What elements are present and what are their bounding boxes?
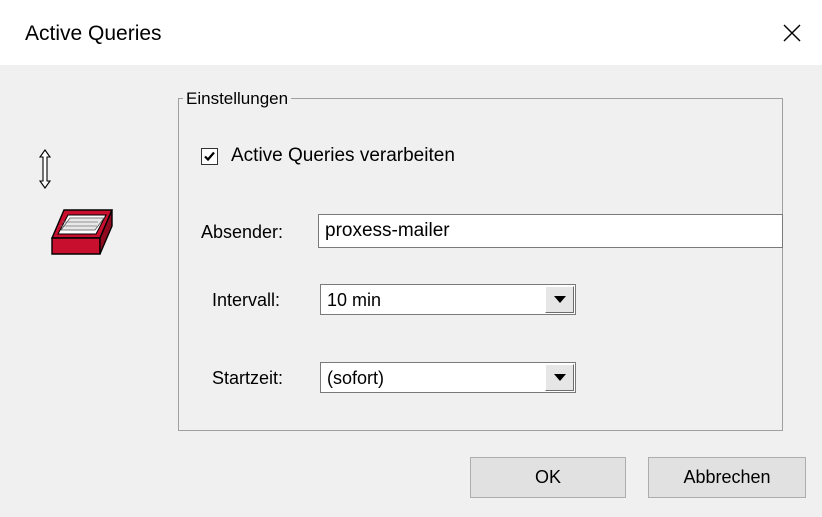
checkmark-icon [204,151,215,162]
cancel-button[interactable]: Abbrechen [648,457,806,498]
active-queries-checkbox[interactable] [201,148,218,165]
interval-dropdown-value: 10 min [327,290,382,310]
interval-dropdown-button[interactable] [545,286,574,313]
close-icon [783,24,801,41]
settings-group-title: Einstellungen [183,89,292,109]
vertical-resize-arrow-icon [38,149,52,189]
start-time-dropdown-button[interactable] [545,364,574,391]
window-title: Active Queries [25,22,162,45]
dropdown-arrow-icon [553,373,566,381]
start-time-dropdown-value: (sofort) [327,368,385,388]
interval-dropdown[interactable]: 10 min [320,284,576,315]
close-button[interactable] [762,0,822,65]
ok-button[interactable]: OK [470,457,626,498]
inbox-tray-icon [50,209,114,255]
dropdown-arrow-icon [553,295,566,303]
title-bar: Active Queries [0,0,822,65]
active-queries-checkbox-label[interactable]: Active Queries verarbeiten [231,145,455,167]
start-time-dropdown[interactable]: (sofort) [320,362,576,393]
sender-label: Absender: [201,222,284,242]
interval-label: Intervall: [212,290,281,310]
start-time-label: Startzeit: [212,368,284,388]
sender-input[interactable] [318,214,783,248]
